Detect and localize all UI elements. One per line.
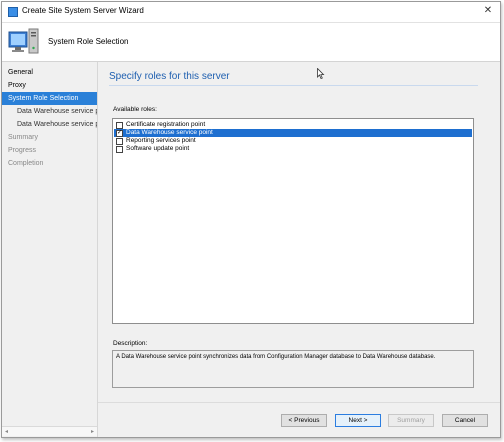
- wizard-header: System Role Selection: [2, 23, 500, 62]
- section-title: Specify roles for this server: [109, 71, 230, 82]
- role-checkbox[interactable]: [116, 122, 123, 129]
- scroll-right-arrow-icon[interactable]: ▸: [91, 428, 94, 435]
- title-bar[interactable]: Create Site System Server Wizard ✕: [2, 2, 500, 23]
- role-software-update-point[interactable]: Software update point: [114, 145, 472, 153]
- nav-step-completion: Completion: [8, 160, 44, 167]
- available-roles-label: Available roles:: [113, 106, 157, 113]
- server-computer-icon: [8, 28, 39, 54]
- wizard-footer: < Previous Next > Summary Cancel: [98, 402, 500, 437]
- available-roles-list[interactable]: Certificate registration point ✓ Data Wa…: [112, 118, 474, 324]
- role-checkbox-checked[interactable]: ✓: [116, 130, 123, 137]
- nav-step-system-role-selection[interactable]: System Role Selection: [2, 92, 97, 105]
- next-button[interactable]: Next >: [335, 414, 381, 427]
- nav-step-progress: Progress: [8, 147, 37, 154]
- role-reporting-services-point[interactable]: Reporting services point: [114, 137, 472, 145]
- previous-button[interactable]: < Previous: [281, 414, 327, 427]
- wizard-steps-sidebar: General Proxy System Role Selection Data…: [2, 62, 98, 437]
- sidebar-horizontal-scrollbar[interactable]: ◂ ▸: [2, 426, 97, 436]
- role-checkbox[interactable]: [116, 146, 123, 153]
- cancel-button[interactable]: Cancel: [442, 414, 488, 427]
- mouse-cursor-icon: [317, 68, 325, 80]
- nav-step-summary: Summary: [8, 134, 38, 141]
- role-certificate-registration-point[interactable]: Certificate registration point: [114, 121, 472, 129]
- wizard-window: Create Site System Server Wizard ✕ Syste…: [1, 1, 501, 438]
- nav-step-data-warehouse-1[interactable]: Data Warehouse service p: [2, 105, 97, 118]
- wizard-app-icon: [8, 7, 18, 17]
- nav-step-proxy[interactable]: Proxy: [2, 79, 97, 92]
- nav-step-data-warehouse-2[interactable]: Data Warehouse service p: [2, 118, 97, 131]
- section-divider: [109, 85, 478, 86]
- role-label: Certificate registration point: [126, 121, 206, 128]
- window-title: Create Site System Server Wizard: [22, 6, 144, 15]
- wizard-content: Specify roles for this server Available …: [98, 62, 500, 403]
- summary-button: Summary: [388, 414, 434, 427]
- role-checkbox[interactable]: [116, 138, 123, 145]
- role-label: Data Warehouse service point: [126, 129, 213, 136]
- scroll-left-arrow-icon[interactable]: ◂: [5, 428, 8, 435]
- role-label: Reporting services point: [126, 137, 196, 144]
- close-button[interactable]: ✕: [480, 4, 496, 18]
- role-data-warehouse-service-point[interactable]: ✓ Data Warehouse service point: [114, 129, 472, 137]
- nav-step-general[interactable]: General: [2, 66, 97, 79]
- role-label: Software update point: [126, 145, 190, 152]
- page-title: System Role Selection: [48, 37, 129, 46]
- description-label: Description:: [113, 340, 148, 347]
- description-text: A Data Warehouse service point synchroni…: [112, 350, 474, 388]
